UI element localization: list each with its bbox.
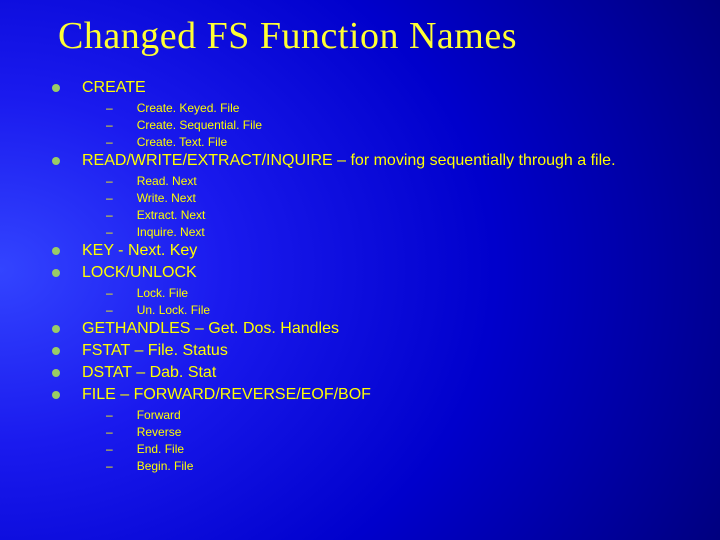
bullet-level1: CREATE [52,78,700,98]
bullet-icon [52,269,60,277]
bullet-level2: – Forward [52,407,700,424]
bullet-text: Write. Next [137,190,196,207]
bullet-text: Extract. Next [137,207,206,224]
bullet-text: CREATE [82,78,146,98]
dash-icon: – [106,101,113,115]
bullet-level2: – Lock. File [52,285,700,302]
bullet-icon [52,369,60,377]
bullet-level2: – Reverse [52,424,700,441]
bullet-text: Create. Text. File [137,134,227,151]
dash-icon: – [106,459,113,473]
slide-title: Changed FS Function Names [58,14,700,58]
dash-icon: – [106,303,113,317]
bullet-icon [52,84,60,92]
bullet-text: Un. Lock. File [137,302,210,319]
dash-icon: – [106,208,113,222]
dash-icon: – [106,135,113,149]
bullet-text: End. File [137,441,184,458]
bullet-level2: – Create. Sequential. File [52,117,700,134]
bullet-level1: FILE – FORWARD/REVERSE/EOF/BOF [52,385,700,405]
bullet-icon [52,391,60,399]
bullet-level2: – Begin. File [52,458,700,475]
bullet-icon [52,325,60,333]
dash-icon: – [106,442,113,456]
dash-icon: – [106,191,113,205]
bullet-text: FSTAT – File. Status [82,341,228,361]
bullet-level1: FSTAT – File. Status [52,341,700,361]
bullet-level1: DSTAT – Dab. Stat [52,363,700,383]
bullet-text: Reverse [137,424,182,441]
bullet-level2: – Write. Next [52,190,700,207]
bullet-text: Read. Next [137,173,197,190]
bullet-level2: – End. File [52,441,700,458]
bullet-text: DSTAT – Dab. Stat [82,363,216,383]
bullet-text: Lock. File [137,285,188,302]
dash-icon: – [106,174,113,188]
bullet-text: Forward [137,407,181,424]
bullet-level2: – Extract. Next [52,207,700,224]
dash-icon: – [106,225,113,239]
bullet-text: Create. Keyed. File [137,100,240,117]
bullet-text: Inquire. Next [137,224,205,241]
slide-content: CREATE – Create. Keyed. File – Create. Seque… [48,78,700,475]
bullet-level1: KEY - Next. Key [52,241,700,261]
bullet-text: Begin. File [137,458,194,475]
bullet-text: KEY - Next. Key [82,241,197,261]
dash-icon: – [106,118,113,132]
bullet-level2: – Un. Lock. File [52,302,700,319]
bullet-text: GETHANDLES – Get. Dos. Handles [82,319,339,339]
dash-icon: – [106,286,113,300]
dash-icon: – [106,425,113,439]
bullet-level1: LOCK/UNLOCK [52,263,700,283]
bullet-icon [52,157,60,165]
bullet-text: READ/WRITE/EXTRACT/INQUIRE – for moving … [82,151,616,171]
bullet-level2: – Create. Keyed. File [52,100,700,117]
bullet-text: Create. Sequential. File [137,117,262,134]
bullet-icon [52,247,60,255]
bullet-level2: – Read. Next [52,173,700,190]
bullet-text: FILE – FORWARD/REVERSE/EOF/BOF [82,385,371,405]
bullet-level2: – Inquire. Next [52,224,700,241]
bullet-level1: READ/WRITE/EXTRACT/INQUIRE – for moving … [52,151,700,171]
bullet-level1: GETHANDLES – Get. Dos. Handles [52,319,700,339]
bullet-level2: – Create. Text. File [52,134,700,151]
bullet-icon [52,347,60,355]
bullet-text: LOCK/UNLOCK [82,263,197,283]
dash-icon: – [106,408,113,422]
